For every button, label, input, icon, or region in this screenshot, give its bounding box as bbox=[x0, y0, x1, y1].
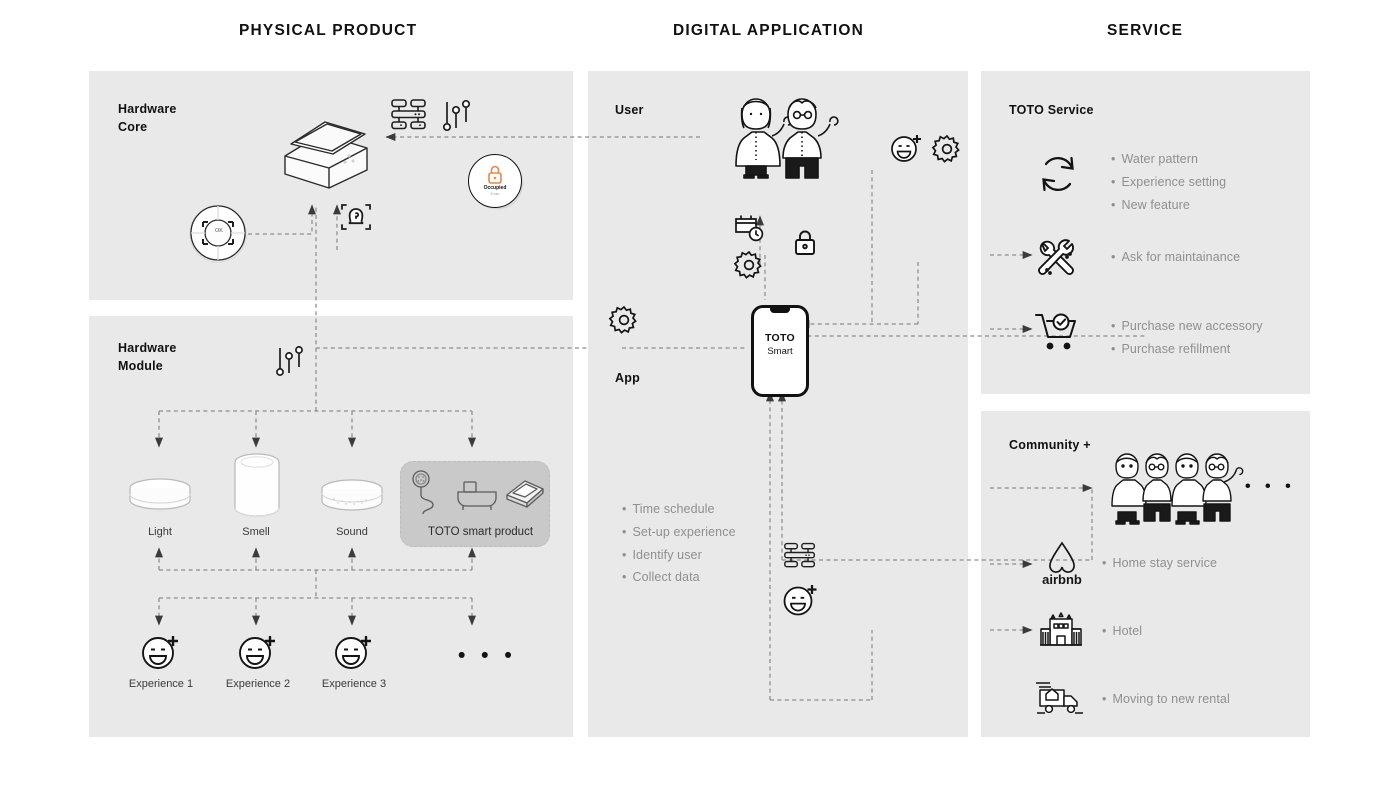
module-label-sound: Sound bbox=[336, 526, 368, 538]
hardware-core-title-line1: Hardware bbox=[118, 102, 177, 116]
app-feature-item: Time schedule bbox=[622, 498, 736, 521]
cart-check-icon bbox=[1034, 311, 1082, 353]
community-bullet: Hotel bbox=[1102, 620, 1142, 643]
community-bullet-moving: Moving to new rental bbox=[1102, 688, 1230, 711]
hardware-module-title: Hardware Module bbox=[118, 339, 177, 375]
module-label-smell: Smell bbox=[242, 526, 270, 538]
smart-toilet-icon bbox=[277, 108, 373, 190]
phone-brand-label: TOTO bbox=[765, 332, 795, 344]
module-label-light: Light bbox=[148, 526, 172, 538]
experience-label-2: Experience 2 bbox=[225, 678, 291, 690]
digital-app-label: App bbox=[615, 371, 640, 385]
toto-service-title: TOTO Service bbox=[1009, 103, 1094, 117]
column-header-physical: PHYSICAL PRODUCT bbox=[239, 22, 418, 39]
app-feature-item: Collect data bbox=[622, 566, 736, 589]
app-feature-list: Time schedule Set-up experience Identify… bbox=[622, 498, 736, 589]
gear-icon bbox=[733, 250, 764, 280]
server-stack-icon bbox=[390, 97, 428, 135]
column-header-digital: DIGITAL APPLICATION bbox=[673, 22, 864, 39]
bathtub-icon bbox=[455, 478, 499, 512]
lock-icon bbox=[793, 229, 817, 257]
dpad-remote-icon bbox=[188, 203, 250, 265]
app-feature-item: Identify user bbox=[622, 544, 736, 567]
app-feature-item: Set-up experience bbox=[622, 521, 736, 544]
gear-icon bbox=[608, 305, 639, 335]
experiences-more-ellipsis: • • • bbox=[458, 644, 517, 667]
experience-label-3: Experience 3 bbox=[321, 678, 387, 690]
face-scan-icon bbox=[338, 200, 374, 236]
community-more-ellipsis: • • • bbox=[1245, 478, 1296, 495]
diffuser-icon bbox=[231, 452, 283, 520]
service-bullets-maintenance: Ask for maintainance bbox=[1111, 246, 1240, 269]
sliders-icon bbox=[276, 345, 304, 379]
status-badge-title: Occupied bbox=[483, 185, 507, 191]
smiley-plus-icon bbox=[782, 583, 820, 617]
service-bullet: Ask for maintainance bbox=[1111, 246, 1240, 269]
smiley-plus-icon bbox=[237, 633, 279, 671]
hotel-icon bbox=[1037, 605, 1085, 649]
smiley-plus-icon bbox=[333, 633, 375, 671]
shower-head-icon bbox=[409, 470, 447, 520]
tools-icon bbox=[1034, 237, 1080, 283]
calendar-clock-icon bbox=[733, 213, 765, 243]
airbnb-label: airbnb bbox=[1042, 572, 1082, 587]
digital-user-label: User bbox=[615, 103, 644, 117]
sync-refresh-icon bbox=[1036, 152, 1080, 196]
community-bullet: Moving to new rental bbox=[1102, 688, 1230, 711]
remote-ok-label: OK bbox=[215, 228, 223, 234]
hardware-core-title: Hardware Core bbox=[118, 100, 177, 136]
community-title: Community + bbox=[1009, 438, 1091, 452]
moving-truck-icon bbox=[1034, 678, 1086, 718]
service-bullet: Water pattern bbox=[1111, 148, 1226, 171]
experience-label-1: Experience 1 bbox=[128, 678, 194, 690]
airbnb-icon bbox=[1038, 540, 1086, 574]
service-bullet: Experience setting bbox=[1111, 171, 1226, 194]
service-bullets-sync: Water pattern Experience setting New fea… bbox=[1111, 148, 1226, 216]
hardware-module-title-line2: Module bbox=[118, 359, 163, 374]
community-bullet-homestay: Home stay service bbox=[1102, 552, 1217, 575]
status-badge-occupied: Occupied 8 min bbox=[468, 154, 522, 208]
hardware-module-title-line1: Hardware bbox=[118, 341, 177, 355]
hardware-core-title-line2: Core bbox=[118, 120, 148, 135]
status-badge-subtitle: 8 min bbox=[490, 192, 500, 196]
toto-smart-product-label: TOTO smart product bbox=[428, 526, 534, 538]
toilet-icon bbox=[503, 473, 547, 513]
light-puck-icon bbox=[128, 477, 192, 517]
sliders-icon bbox=[442, 98, 471, 134]
toto-smart-phone[interactable]: TOTO Smart bbox=[751, 305, 809, 397]
smiley-plus-icon bbox=[140, 633, 182, 671]
column-header-service: SERVICE bbox=[1107, 22, 1184, 39]
service-bullets-purchase: Purchase new accessory Purchase refillme… bbox=[1111, 315, 1263, 361]
gear-icon bbox=[931, 134, 962, 164]
people-group-icon bbox=[1110, 452, 1244, 525]
phone-product-label: Smart bbox=[767, 346, 793, 357]
community-bullet: Home stay service bbox=[1102, 552, 1217, 575]
service-bullet: New feature bbox=[1111, 194, 1226, 217]
service-bullet: Purchase new accessory bbox=[1111, 315, 1263, 338]
smiley-plus-icon bbox=[890, 133, 924, 163]
phone-notch bbox=[770, 308, 790, 313]
speaker-puck-icon bbox=[320, 478, 384, 518]
community-bullet-hotel: Hotel bbox=[1102, 620, 1142, 643]
service-bullet: Purchase refillment bbox=[1111, 338, 1263, 361]
user-pair-icon bbox=[714, 92, 842, 179]
server-stack-icon bbox=[783, 540, 817, 574]
